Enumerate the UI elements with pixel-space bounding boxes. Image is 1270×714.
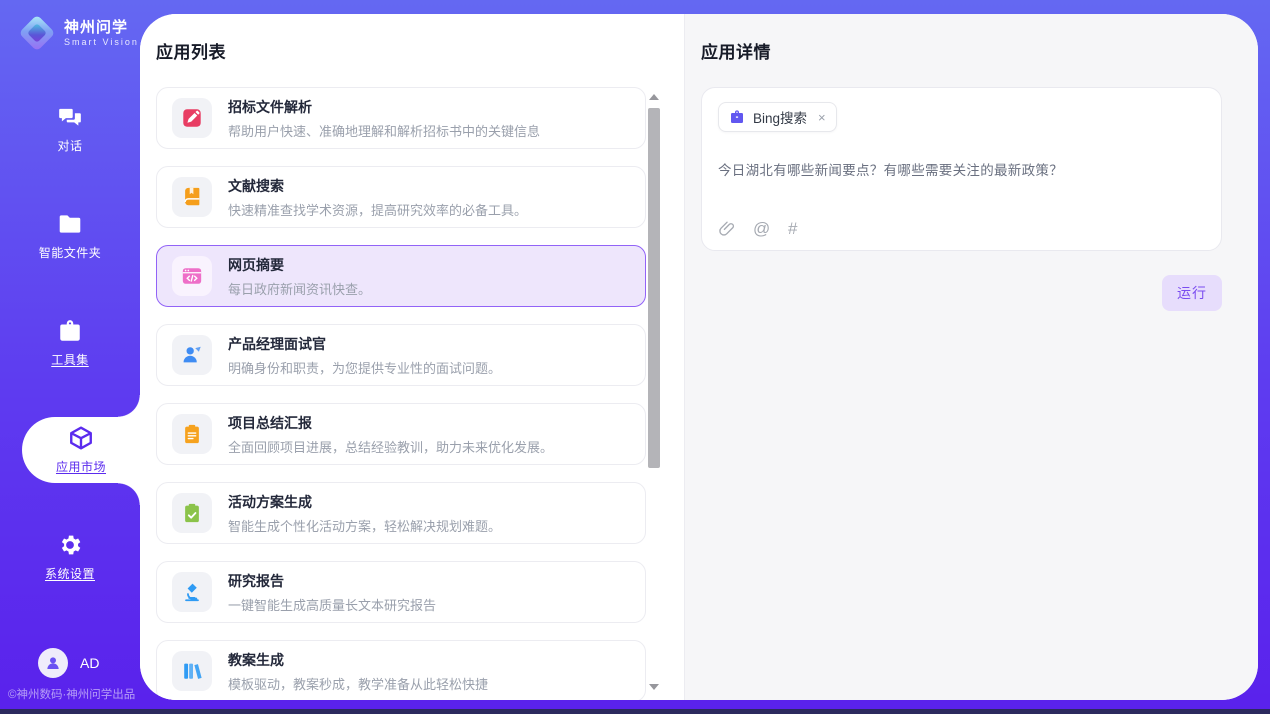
app-icon-tile xyxy=(172,651,212,691)
app-card-title: 网页摘要 xyxy=(228,255,371,275)
sidebar-item-label: 对话 xyxy=(57,137,82,154)
app-icon-tile xyxy=(172,493,212,533)
cube-icon xyxy=(68,425,94,451)
app-card-title: 教案生成 xyxy=(228,650,488,670)
app-card-description: 模板驱动，教案秒成，教学准备从此轻松快捷 xyxy=(228,674,488,693)
app-card-description: 快速精准查找学术资源，提高研究效率的必备工具。 xyxy=(228,200,527,219)
user-initials: AD xyxy=(80,655,99,671)
bottom-edge-bar xyxy=(0,709,1270,714)
app-card[interactable]: 活动方案生成智能生成个性化活动方案，轻松解决规划难题。 xyxy=(156,482,646,544)
content-shell: 应用列表 招标文件解析帮助用户快速、准确地理解和解析招标书中的关键信息文献搜索快… xyxy=(140,14,1258,700)
sidebar-item-market[interactable]: 应用市场 xyxy=(22,417,140,483)
app-list-scrollbar[interactable] xyxy=(648,94,660,692)
browser-code-icon xyxy=(181,265,203,287)
app-card[interactable]: 网页摘要每日政府新闻资讯快查。 xyxy=(156,245,646,307)
gear-icon xyxy=(57,532,83,558)
app-card[interactable]: 产品经理面试官明确身份和职责，为您提供专业性的面试问题。 xyxy=(156,324,646,386)
app-card-title: 招标文件解析 xyxy=(228,97,540,117)
clipboard-icon xyxy=(181,423,203,445)
at-icon[interactable]: @ xyxy=(753,220,771,238)
chat-icon xyxy=(57,104,83,130)
app-card-title: 研究报告 xyxy=(228,571,436,591)
app-card-description: 全面回顾项目进展，总结经验教训，助力未来优化发展。 xyxy=(228,437,553,456)
sidebar-item-chat[interactable]: 对话 xyxy=(0,102,140,156)
briefcase-icon xyxy=(729,109,745,125)
scroll-up-icon[interactable] xyxy=(649,94,659,102)
app-card-list: 招标文件解析帮助用户快速、准确地理解和解析招标书中的关键信息文献搜索快速精准查找… xyxy=(156,87,646,700)
app-card-title: 文献搜索 xyxy=(228,176,527,196)
sidebar-item-label: 系统设置 xyxy=(45,565,95,582)
interviewer-icon xyxy=(181,344,203,366)
question-text[interactable]: 今日湖北有哪些新闻要点？有哪些需要关注的最新政策？ xyxy=(718,159,1203,179)
book-icon xyxy=(181,186,203,208)
app-icon-tile xyxy=(172,572,212,612)
app-icon-tile xyxy=(172,335,212,375)
run-row: 运行 xyxy=(701,275,1222,311)
app-detail-title: 应用详情 xyxy=(701,38,1222,63)
sidebar: 神州问学 Smart Vision 对话智能文件夹工具集应用市场系统设置 AD … xyxy=(0,0,140,714)
avatar xyxy=(38,648,68,678)
app-list-panel: 应用列表 招标文件解析帮助用户快速、准确地理解和解析招标书中的关键信息文献搜索快… xyxy=(140,14,684,700)
app-card[interactable]: 文献搜索快速精准查找学术资源，提高研究效率的必备工具。 xyxy=(156,166,646,228)
run-button[interactable]: 运行 xyxy=(1162,275,1222,311)
microscope-icon xyxy=(181,581,203,603)
scroll-down-icon[interactable] xyxy=(649,684,659,692)
composer-toolbar: @# xyxy=(718,220,1203,238)
app-card-description: 明确身份和职责，为您提供专业性的面试问题。 xyxy=(228,358,501,377)
app-detail-card: Bing搜索 × 今日湖北有哪些新闻要点？有哪些需要关注的最新政策？ @# xyxy=(701,87,1222,251)
sidebar-item-folders[interactable]: 智能文件夹 xyxy=(0,209,140,263)
app-icon-tile xyxy=(172,256,212,296)
close-icon[interactable]: × xyxy=(818,111,826,124)
copyright-text: ©神州数码·神州问学出品 xyxy=(8,686,135,702)
app-card-title: 项目总结汇报 xyxy=(228,413,553,433)
tool-tag-label: Bing搜索 xyxy=(753,107,807,127)
app-icon-tile xyxy=(172,98,212,138)
app-card-title: 产品经理面试官 xyxy=(228,334,501,354)
app-detail-panel: 应用详情 Bing搜索 × 今日湖北有哪些新闻要点？有哪些需要关注的最新政策？ … xyxy=(684,14,1258,700)
app-card[interactable]: 研究报告一键智能生成高质量长文本研究报告 xyxy=(156,561,646,623)
app-icon-tile xyxy=(172,177,212,217)
app-card[interactable]: 项目总结汇报全面回顾项目进展，总结经验教训，助力未来优化发展。 xyxy=(156,403,646,465)
app-card-description: 智能生成个性化活动方案，轻松解决规划难题。 xyxy=(228,516,501,535)
app-card-description: 帮助用户快速、准确地理解和解析招标书中的关键信息 xyxy=(228,121,540,140)
brand-name: 神州问学 xyxy=(64,19,139,36)
tool-tag-bing[interactable]: Bing搜索 × xyxy=(718,102,837,132)
sidebar-item-tools[interactable]: 工具集 xyxy=(0,316,140,370)
brand-gem-icon xyxy=(20,16,54,50)
app-card-description: 一键智能生成高质量长文本研究报告 xyxy=(228,595,436,614)
document-edit-icon xyxy=(181,107,203,129)
sidebar-item-label: 应用市场 xyxy=(56,458,106,475)
app-card-title: 活动方案生成 xyxy=(228,492,501,512)
person-icon xyxy=(44,654,62,672)
app-card-description: 每日政府新闻资讯快查。 xyxy=(228,279,371,298)
toolbox-icon xyxy=(57,318,83,344)
folder-icon xyxy=(57,211,83,237)
app-card[interactable]: 教案生成模板驱动，教案秒成，教学准备从此轻松快捷 xyxy=(156,640,646,700)
app-list-title: 应用列表 xyxy=(156,38,684,63)
clipboard-check-icon xyxy=(181,502,203,524)
books-icon xyxy=(181,660,203,682)
app-logo: 神州问学 Smart Vision xyxy=(20,16,140,50)
app-card[interactable]: 招标文件解析帮助用户快速、准确地理解和解析招标书中的关键信息 xyxy=(156,87,646,149)
paperclip-icon[interactable] xyxy=(718,220,736,238)
sidebar-item-label: 工具集 xyxy=(51,351,89,368)
sidebar-nav: 对话智能文件夹工具集应用市场系统设置 xyxy=(0,102,140,637)
scrollbar-thumb[interactable] xyxy=(648,108,660,468)
app-icon-tile xyxy=(172,414,212,454)
brand-subtitle: Smart Vision xyxy=(64,37,139,47)
sidebar-item-label: 智能文件夹 xyxy=(39,244,102,261)
user-account[interactable]: AD xyxy=(38,648,99,678)
sidebar-item-settings[interactable]: 系统设置 xyxy=(0,530,140,584)
hash-icon[interactable]: # xyxy=(788,220,806,238)
